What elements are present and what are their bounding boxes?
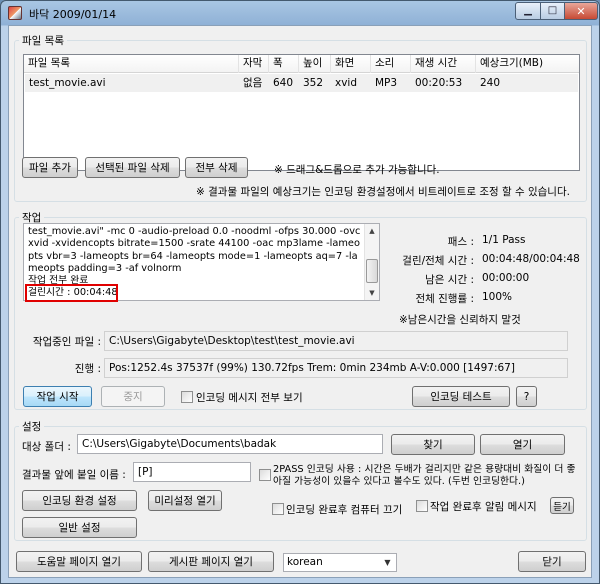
settings-group-title: 설정	[19, 419, 45, 434]
listen-button[interactable]: 듣기	[550, 497, 574, 514]
progress-value: 100%	[482, 291, 513, 303]
start-job-button[interactable]: 작업 시작	[23, 386, 92, 407]
prefix-input[interactable]: [P]	[133, 462, 251, 482]
current-file-field: C:\Users\Gigabyte\Desktop\test\test_movi…	[104, 331, 568, 351]
log-scrollbar[interactable]: ▲ ▼	[364, 224, 379, 300]
cell-duration: 00:20:53	[415, 77, 463, 89]
help-page-button[interactable]: 도움말 페이지 열기	[16, 551, 142, 572]
column-height[interactable]: 높이	[299, 55, 331, 73]
column-subtitle[interactable]: 자막	[239, 55, 269, 73]
column-audio[interactable]: 소리	[371, 55, 411, 73]
scroll-down-icon[interactable]: ▼	[365, 286, 379, 300]
two-pass-label[interactable]: 2PASS 인코딩 사용 : 시간은 두배가 걸리지만 같은 용량대비 화질이 …	[273, 464, 579, 488]
target-folder-label: 대상 폴더 :	[22, 441, 71, 453]
add-file-button[interactable]: 파일 추가	[22, 157, 78, 178]
progress-label: 전체 진행률 :	[415, 293, 474, 305]
show-all-messages-label[interactable]: 인코딩 메시지 전부 보기	[196, 390, 303, 405]
browse-folder-button[interactable]: 찾기	[391, 434, 475, 455]
cell-subtitle: 없음	[243, 77, 263, 89]
column-size[interactable]: 예상크기(MB)	[476, 55, 579, 73]
show-all-messages-checkbox[interactable]	[181, 391, 193, 403]
column-duration[interactable]: 재생 시간	[411, 55, 476, 73]
app-icon	[8, 6, 22, 20]
column-width[interactable]: 폭	[269, 55, 299, 73]
client-area: 파일 목록 파일 목록 자막 폭 높이 화면 소리 재생 시간 예상크기(MB)…	[8, 25, 592, 578]
current-file-label: 작업중인 파일 :	[32, 336, 101, 348]
column-filename[interactable]: 파일 목록	[24, 55, 239, 73]
status-field: Pos:1252.4s 37537f (99%) 130.72fps Trem:…	[104, 358, 568, 378]
cell-size: 240	[480, 77, 501, 89]
encoding-test-button[interactable]: 인코딩 테스트	[412, 386, 510, 407]
remaining-time-note: ※남은시간을 신뢰하지 말것	[399, 314, 521, 326]
scroll-up-icon[interactable]: ▲	[365, 224, 379, 238]
open-folder-button[interactable]: 열기	[480, 434, 565, 455]
file-list-group-title: 파일 목록	[19, 33, 67, 48]
cell-audio: MP3	[375, 77, 398, 89]
remove-all-button[interactable]: 전부 삭제	[185, 157, 248, 178]
language-select-value: korean	[287, 556, 323, 568]
status-label: 진행 :	[74, 363, 101, 375]
window-title: 바닥 2009/01/14	[29, 8, 117, 21]
cell-filename: test_movie.avi	[29, 77, 106, 89]
minimize-button[interactable]: ▁	[515, 2, 541, 20]
language-select[interactable]: korean ▼	[283, 553, 397, 572]
cell-height: 352	[303, 77, 324, 89]
size-note: ※ 결과물 파일의 예상크기는 인코딩 환경설정에서 비트레이트로 조정 할 수…	[196, 186, 570, 198]
cell-width: 640	[273, 77, 294, 89]
remove-selected-button[interactable]: 선택된 파일 삭제	[85, 157, 180, 178]
app-window: 바닥 2009/01/14 ▁ □ ✕ 파일 목록 파일 목록 자막 폭 높이 …	[0, 0, 600, 584]
file-list-row[interactable]: test_movie.avi 없음 640 352 xvid MP3 00:20…	[25, 74, 578, 92]
minimize-icon: ▁	[524, 5, 532, 16]
close-window-button[interactable]: ✕	[564, 2, 598, 20]
column-video[interactable]: 화면	[331, 55, 371, 73]
elapsed-label: 걸린/전체 시간 :	[402, 255, 474, 267]
alert-after-label[interactable]: 작업 완료후 알림 메시지	[430, 499, 537, 514]
drag-drop-note: ※ 드래그&드롭으로 추가 가능합니다.	[274, 164, 440, 176]
cell-video: xvid	[335, 77, 358, 89]
pass-label: 패스 :	[447, 236, 474, 248]
file-list-view[interactable]: 파일 목록 자막 폭 높이 화면 소리 재생 시간 예상크기(MB) test_…	[23, 54, 580, 171]
remaining-label: 남은 시간 :	[425, 274, 474, 286]
pass-value: 1/1 Pass	[482, 234, 526, 246]
two-pass-checkbox[interactable]	[259, 469, 271, 481]
preset-open-button[interactable]: 미리설정 열기	[148, 490, 222, 511]
close-button[interactable]: 닫기	[518, 551, 586, 572]
maximize-button[interactable]: □	[540, 2, 565, 20]
title-bar[interactable]: 바닥 2009/01/14 ▁ □ ✕	[1, 1, 599, 25]
close-icon: ✕	[576, 4, 586, 18]
encoding-settings-button[interactable]: 인코딩 환경 설정	[22, 490, 137, 511]
shutdown-after-checkbox[interactable]	[272, 503, 284, 515]
help-button[interactable]: ?	[516, 386, 537, 407]
target-folder-input[interactable]: C:\Users\Gigabyte\Documents\badak	[77, 434, 383, 454]
prefix-label: 결과물 앞에 붙일 이름 :	[22, 469, 126, 481]
scroll-thumb[interactable]	[366, 259, 378, 283]
chevron-down-icon[interactable]: ▼	[380, 555, 395, 570]
maximize-icon: □	[547, 5, 558, 16]
remaining-value: 00:00:00	[482, 272, 530, 284]
stop-job-button[interactable]: 중지	[101, 386, 165, 407]
general-settings-button[interactable]: 일반 설정	[22, 517, 137, 538]
elapsed-highlight-box	[25, 284, 118, 302]
board-page-button[interactable]: 게시판 페이지 열기	[148, 551, 274, 572]
alert-after-checkbox[interactable]	[416, 500, 428, 512]
shutdown-after-label[interactable]: 인코딩 완료후 컴퓨터 끄기	[286, 502, 402, 517]
file-list-header: 파일 목록 자막 폭 높이 화면 소리 재생 시간 예상크기(MB)	[24, 55, 579, 73]
elapsed-value: 00:04:48/00:04:48	[482, 253, 580, 265]
